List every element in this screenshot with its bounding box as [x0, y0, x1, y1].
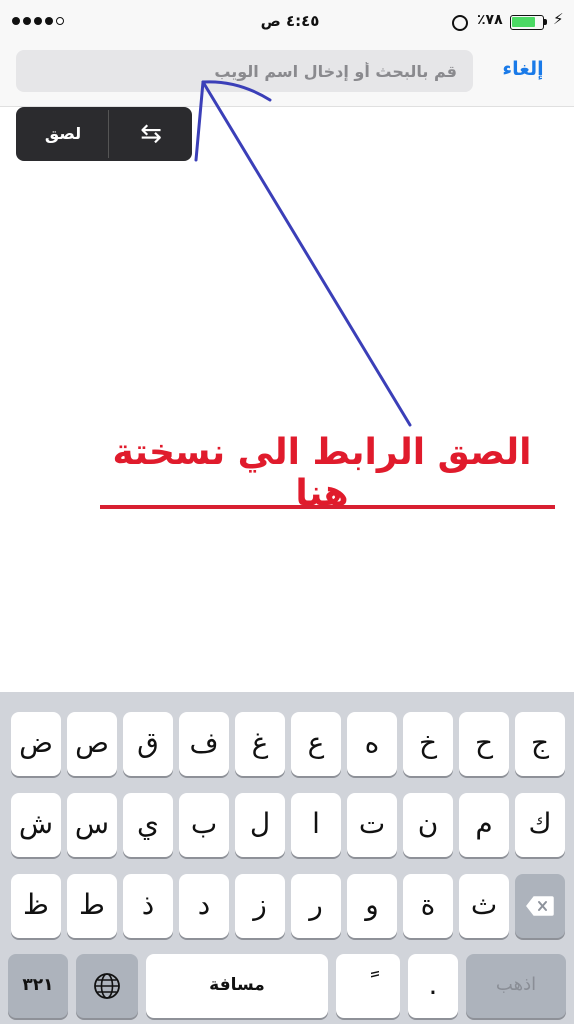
- battery-level-fill: [512, 17, 535, 27]
- go-key[interactable]: اذهب: [466, 954, 566, 1018]
- key[interactable]: ظ: [11, 874, 61, 938]
- globe-icon: [94, 973, 120, 999]
- key[interactable]: ف: [179, 712, 229, 776]
- key[interactable]: ة: [403, 874, 453, 938]
- diacritic-key[interactable]: ً: [336, 954, 400, 1018]
- annotation-text: الصق الرابط الي نسختة هنا: [112, 432, 532, 514]
- backspace-icon: [526, 896, 554, 916]
- swap-arrows-icon[interactable]: ⇆: [122, 116, 180, 152]
- space-key[interactable]: مسافة: [146, 954, 328, 1018]
- cancel-button[interactable]: إلغاء: [488, 58, 558, 80]
- annotation-underline: [100, 505, 555, 509]
- key[interactable]: ح: [459, 712, 509, 776]
- paste-menu-item[interactable]: لصق: [30, 124, 96, 143]
- key[interactable]: ق: [123, 712, 173, 776]
- bolt-icon: ⚡: [553, 10, 564, 28]
- key[interactable]: ج: [515, 712, 565, 776]
- key[interactable]: و: [347, 874, 397, 938]
- key[interactable]: ت: [347, 793, 397, 857]
- key[interactable]: ن: [403, 793, 453, 857]
- key[interactable]: ي: [123, 793, 173, 857]
- url-search-field[interactable]: [16, 50, 473, 92]
- battery-percentage: ٪٧٨: [477, 12, 503, 28]
- key[interactable]: د: [179, 874, 229, 938]
- key[interactable]: ك: [515, 793, 565, 857]
- status-time: ٤:٤٥ ص: [260, 12, 320, 30]
- key[interactable]: ب: [179, 793, 229, 857]
- key[interactable]: ض: [11, 712, 61, 776]
- signal-strength-icon: [12, 17, 64, 25]
- menu-divider: [108, 110, 109, 158]
- battery-tip: [544, 19, 547, 25]
- key[interactable]: ط: [67, 874, 117, 938]
- key[interactable]: س: [67, 793, 117, 857]
- numbers-key[interactable]: ٣٢١: [8, 954, 68, 1018]
- key[interactable]: ر: [291, 874, 341, 938]
- key[interactable]: ص: [67, 712, 117, 776]
- backspace-key[interactable]: [515, 874, 565, 938]
- key[interactable]: غ: [235, 712, 285, 776]
- key[interactable]: م: [459, 793, 509, 857]
- period-key[interactable]: .: [408, 954, 458, 1018]
- key[interactable]: ث: [459, 874, 509, 938]
- key[interactable]: ا: [291, 793, 341, 857]
- key[interactable]: ش: [11, 793, 61, 857]
- battery-icon: [510, 15, 544, 30]
- alarm-clock-icon: [452, 15, 468, 31]
- key[interactable]: خ: [403, 712, 453, 776]
- globe-key[interactable]: [76, 954, 138, 1018]
- key[interactable]: ذ: [123, 874, 173, 938]
- key[interactable]: ل: [235, 793, 285, 857]
- key[interactable]: ز: [235, 874, 285, 938]
- key[interactable]: ه: [347, 712, 397, 776]
- key[interactable]: ع: [291, 712, 341, 776]
